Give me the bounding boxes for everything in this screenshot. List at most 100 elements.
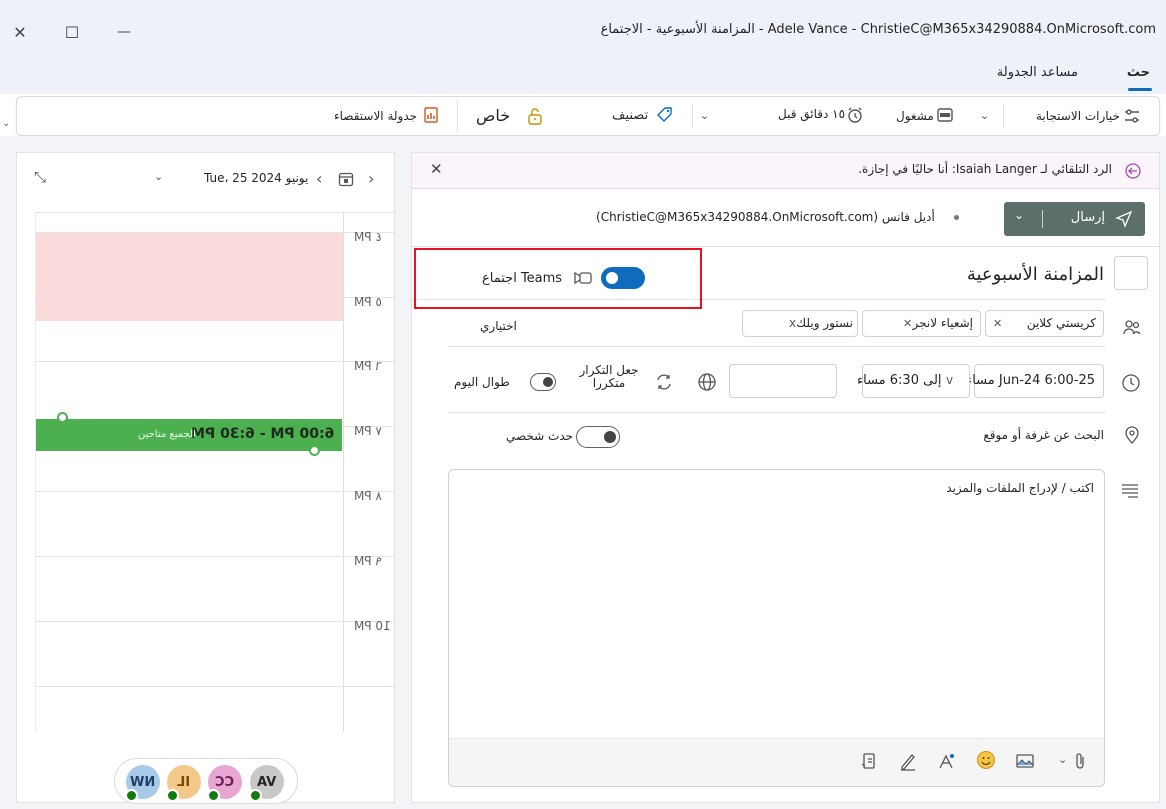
hour-label: ٦ PM <box>354 359 382 373</box>
hour-label: ٥ PM <box>354 295 382 309</box>
ribbon-divider <box>692 104 693 128</box>
signature-pen-icon[interactable] <box>898 751 918 771</box>
reminder-dropdown-icon[interactable]: ⌄ <box>700 109 709 122</box>
tab-scheduling-assistant[interactable]: مساعد الجدولة <box>997 65 1078 80</box>
ribbon-divider <box>1003 104 1004 128</box>
auto-reply-message: الرد التلقائي لـ Isaiah Langer: أنا حالي… <box>858 162 1112 176</box>
attendee-chip[interactable]: ✕ إشعياء لانجر <box>862 310 981 337</box>
avatar[interactable]: CC <box>207 765 242 802</box>
tab-event[interactable]: حث <box>1127 65 1150 80</box>
close-window-icon[interactable]: ✕ <box>8 20 32 44</box>
window-title: Adele Vance - ChristieC@M365x34290884.On… <box>600 22 1156 37</box>
calendar-date-label[interactable]: Tue، 25 يونيو 2024 <box>204 171 308 185</box>
expand-icon[interactable]: ⤡ <box>34 168 46 186</box>
event-resize-handle-top[interactable] <box>57 412 68 423</box>
text-align-icon <box>1120 482 1140 498</box>
end-datetime-value: إلى 6:30 مساء <box>857 373 942 388</box>
ribbon-collapse-icon[interactable]: ⌄ <box>2 118 10 129</box>
hour-row <box>35 232 395 297</box>
send-button[interactable]: إرسال ⌄ <box>1004 202 1145 236</box>
maximize-window-icon[interactable]: ☐ <box>60 20 84 44</box>
attendee-name: كريستي كلاين <box>1026 316 1096 330</box>
attendee-name: إشعياء لانجر <box>912 316 973 330</box>
all-day-toggle[interactable] <box>530 373 556 391</box>
alarm-clock-icon <box>846 106 864 124</box>
date-dropdown-icon[interactable]: ⌄ <box>154 170 163 183</box>
teams-meeting-label: اجتماع Teams <box>482 271 563 286</box>
accepted-check-icon <box>249 789 262 802</box>
busy-status-button[interactable]: مشغول <box>896 109 934 123</box>
hour-label: ٩ PM <box>354 554 382 568</box>
format-text-icon[interactable] <box>937 751 957 771</box>
next-day-icon[interactable]: › <box>368 169 374 188</box>
private-button[interactable]: خاص <box>476 106 510 125</box>
body-placeholder: اكتب / لإدراج الملفات والمزيد <box>946 481 1094 495</box>
event-body-editor[interactable]: اكتب / لإدراج الملفات والمزيد <box>448 469 1105 787</box>
accepted-check-icon <box>166 789 179 802</box>
avatar-initials: CC <box>215 774 235 790</box>
avatar-initials: IL <box>177 774 191 790</box>
paperclip-icon[interactable] <box>1072 751 1088 771</box>
busy-status-icon <box>936 106 954 124</box>
hour-row <box>35 361 395 426</box>
previous-day-icon[interactable]: ‹ <box>316 169 322 188</box>
clock-icon <box>1121 373 1141 393</box>
avatar[interactable]: NW <box>125 765 160 802</box>
location-input[interactable]: البحث عن غرفة أو موقع <box>983 428 1104 442</box>
attendee-chip[interactable]: ✕ كريستي كلاين <box>985 310 1104 337</box>
personal-event-label: حدث شخصي <box>506 429 574 443</box>
calendar-color-picker[interactable] <box>1114 256 1148 290</box>
globe-icon[interactable] <box>697 372 717 392</box>
teams-meeting-toggle[interactable] <box>601 267 645 289</box>
send-icon <box>1115 210 1133 228</box>
recurrence-icon[interactable] <box>654 372 674 392</box>
end-time-dropdown-icon[interactable]: v <box>946 373 953 387</box>
tab-row: حث مساعد الجدولة <box>0 58 1166 94</box>
optional-attendees-button[interactable]: اختياري <box>480 319 517 333</box>
calendar-event-block[interactable]: 6:00 PM - 6:30 PM الجميع متاحين <box>36 419 342 451</box>
avatar-initials: NW <box>130 774 156 790</box>
response-options-button[interactable]: خيارات الاستجابة <box>1036 109 1120 123</box>
attendee-name: نستور ويلك <box>796 316 853 330</box>
make-recurring-button[interactable]: جعل التكرار متكررا <box>576 364 642 400</box>
reminder-dropdown[interactable]: ١٥ دقائق قبل <box>778 107 845 121</box>
formatting-toolbar <box>449 738 1104 786</box>
avatar[interactable]: VA <box>249 765 284 802</box>
event-title-input[interactable]: المزامنة الأسبوعية <box>967 264 1104 285</box>
dismiss-banner-icon[interactable]: ✕ <box>430 160 443 178</box>
timezone-field[interactable] <box>729 364 837 398</box>
today-calendar-icon[interactable] <box>338 171 354 187</box>
scheduling-poll-button[interactable]: جدولة الاستقصاء <box>334 109 417 123</box>
image-icon[interactable] <box>1015 752 1035 770</box>
hour-label: ٧ PM <box>354 424 382 438</box>
tab-active-indicator <box>1128 88 1152 91</box>
remove-attendee-icon[interactable]: ✕ <box>903 317 912 330</box>
apps-icon[interactable] <box>860 751 880 771</box>
end-datetime-field[interactable]: v إلى 6:30 مساء <box>857 364 970 398</box>
all-day-label: طوال اليوم <box>454 375 510 389</box>
emoji-icon[interactable] <box>976 750 996 770</box>
categorize-button[interactable]: تصنيف <box>612 108 648 123</box>
hour-label: ٤ PM <box>354 230 382 244</box>
start-datetime-field[interactable]: 25-Jun-24 6:00 مساء <box>966 364 1104 398</box>
send-options-dropdown-icon[interactable]: ⌄ <box>1014 208 1024 222</box>
hour-label: 10 PM <box>354 619 391 633</box>
response-options-dropdown-icon[interactable]: ⌄ <box>980 109 989 122</box>
remove-attendee-icon[interactable]: ✕ <box>993 317 1002 330</box>
from-account-label[interactable]: أديل فانس (ChristieC@M365x34290884.OnMic… <box>596 210 935 224</box>
avatar[interactable]: IL <box>166 765 201 802</box>
hour-row <box>35 491 395 556</box>
accepted-check-icon <box>125 789 138 802</box>
attach-dropdown-icon[interactable]: ⌄ <box>1058 753 1067 766</box>
attendee-chip[interactable]: x نستور ويلك <box>742 310 858 337</box>
personal-event-toggle[interactable] <box>576 426 620 448</box>
remove-attendee-icon[interactable]: x <box>789 316 796 330</box>
hour-label: ٨ PM <box>354 489 382 503</box>
avatar-initials: VA <box>257 774 277 790</box>
send-button-label: إرسال <box>1070 210 1105 225</box>
tag-icon <box>656 106 674 124</box>
from-dot <box>954 215 959 220</box>
minimize-window-icon[interactable]: — <box>112 20 136 44</box>
event-resize-handle-bottom[interactable] <box>309 445 320 456</box>
start-datetime-value: 25-Jun-24 6:00 مساء <box>966 373 1095 388</box>
